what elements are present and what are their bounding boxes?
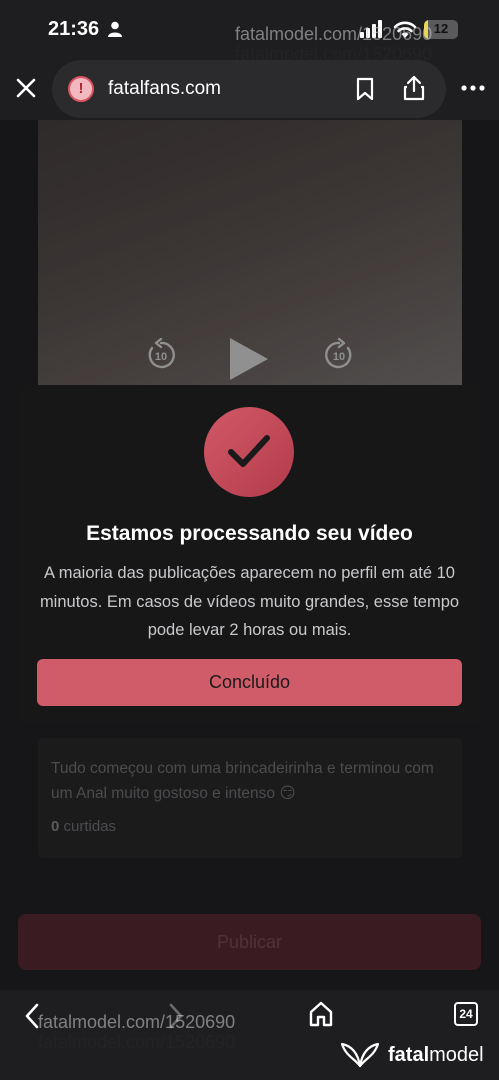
success-check-icon	[204, 407, 294, 497]
browser-toolbar: ! fatalfans.com	[0, 58, 499, 120]
watermark-bottom-1: fatalmodel.com/1520690	[38, 1012, 236, 1032]
address-bar[interactable]: ! fatalfans.com	[52, 60, 446, 118]
processing-modal: Estamos processando seu vídeo A maioria …	[19, 385, 480, 724]
tabs-count-icon[interactable]: 24	[454, 1002, 478, 1026]
modal-message: A maioria das publicações aparecem no pe…	[39, 564, 460, 639]
share-icon[interactable]	[402, 75, 426, 101]
brand-prefix: fatal	[388, 1044, 430, 1066]
watermark-top-1: fatalmodel.com/1520690	[235, 24, 433, 44]
tabs-count: 24	[459, 1007, 473, 1021]
done-button[interactable]: Concluído	[37, 659, 462, 706]
close-icon[interactable]	[14, 76, 38, 100]
brand-suffix: model	[429, 1044, 484, 1066]
more-options-icon[interactable]	[460, 80, 486, 96]
home-icon[interactable]	[308, 1001, 334, 1027]
insecure-warning-icon[interactable]: !	[68, 76, 94, 102]
modal-title: Estamos processando seu vídeo	[86, 522, 413, 545]
watermark-bottom-2: fatalmodel.com/1520690	[38, 1032, 236, 1052]
fatalmodel-logo-text: fatalmodel	[388, 1044, 484, 1067]
url-text[interactable]: fatalfans.com	[108, 78, 221, 100]
status-time: 21:36	[48, 18, 100, 40]
bookmark-icon[interactable]	[354, 77, 376, 101]
watermark-top-2: fatalmodel.com/1520690	[235, 44, 433, 64]
person-icon	[108, 21, 122, 37]
fatalmodel-logo-icon	[340, 1042, 380, 1068]
